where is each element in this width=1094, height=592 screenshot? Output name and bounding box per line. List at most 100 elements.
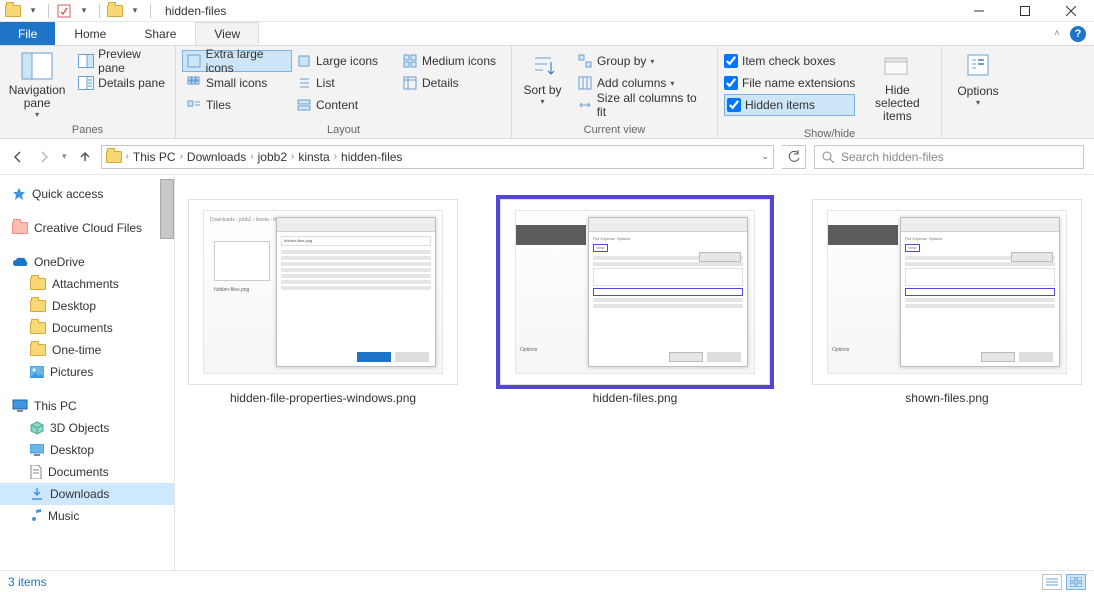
address-history-icon[interactable]: ⌄ (761, 151, 769, 162)
layout-group: Extra large icons Large icons Medium ico… (176, 46, 512, 138)
navigation-pane-button[interactable]: Navigation pane ▾ (6, 50, 68, 119)
back-button[interactable] (10, 149, 26, 165)
sidebar-item-label: Quick access (32, 187, 103, 201)
crumb-this-pc[interactable]: This PC (133, 150, 176, 164)
content-button[interactable]: Content (292, 94, 398, 116)
sidebar-item-label: Documents (48, 465, 109, 479)
scrollbar-thumb[interactable] (160, 179, 174, 239)
sidebar-item-label: Pictures (50, 365, 93, 379)
file-tab[interactable]: File (0, 22, 55, 45)
panes-group: Navigation pane ▾ Preview pane Details p… (0, 46, 176, 138)
item-count: 3 items (8, 575, 47, 589)
details-pane-button[interactable]: Details pane (74, 72, 169, 94)
file-item[interactable]: Downloads › jobb2 › kinsta › hid… hidden… (185, 195, 461, 409)
sidebar-item-music[interactable]: Music (0, 505, 174, 527)
sidebar-item-creative-cloud[interactable]: Creative Cloud Files (0, 217, 174, 239)
chevron-down-icon[interactable]: ▾ (24, 2, 42, 20)
folder-icon (12, 222, 28, 234)
options-group: Options ▾ (942, 46, 1094, 138)
list-label: List (316, 76, 335, 90)
add-columns-label: Add columns (597, 76, 666, 90)
maximize-button[interactable] (1002, 0, 1048, 22)
share-tab[interactable]: Share (125, 22, 195, 45)
forward-button[interactable] (36, 149, 52, 165)
options-button[interactable]: Options ▾ (948, 50, 1008, 107)
sidebar-item-label: Desktop (52, 299, 96, 313)
crumb-jobb2[interactable]: jobb2 (258, 150, 287, 164)
crumb-kinsta[interactable]: kinsta (298, 150, 329, 164)
sidebar-item-documents-2[interactable]: Documents (0, 461, 174, 483)
sidebar-item-one-time[interactable]: One-time (0, 339, 174, 361)
list-button[interactable]: List (292, 72, 398, 94)
sidebar-item-quick-access[interactable]: Quick access (0, 183, 174, 205)
group-by-label: Group by (597, 54, 646, 68)
sidebar-item-3d-objects[interactable]: 3D Objects (0, 417, 174, 439)
sidebar-item-label: Desktop (50, 443, 94, 457)
sidebar-item-this-pc[interactable]: This PC (0, 395, 174, 417)
up-button[interactable] (77, 149, 93, 165)
folder-icon (30, 300, 46, 312)
file-item[interactable]: Options File Explorer Options View (497, 195, 773, 409)
sidebar-item-pictures[interactable]: Pictures (0, 361, 174, 383)
medium-icons-button[interactable]: Medium icons (398, 50, 504, 72)
help-icon[interactable]: ? (1070, 26, 1086, 42)
large-icons-button[interactable]: Large icons (292, 50, 398, 72)
file-grid[interactable]: Downloads › jobb2 › kinsta › hid… hidden… (175, 175, 1094, 572)
file-item[interactable]: Options File Explorer Options View (809, 195, 1085, 409)
size-columns-button[interactable]: Size all columns to fit (573, 94, 711, 116)
view-tab[interactable]: View (195, 22, 259, 45)
recent-locations-button[interactable]: ▾ (62, 151, 67, 162)
folder-icon (30, 344, 46, 356)
refresh-button[interactable] (782, 145, 806, 169)
cube-icon (30, 421, 44, 435)
sidebar-item-desktop-2[interactable]: Desktop (0, 439, 174, 461)
crumb-downloads[interactable]: Downloads (187, 150, 246, 164)
folder-icon (30, 278, 46, 290)
sidebar-item-documents[interactable]: Documents (0, 317, 174, 339)
properties-icon[interactable] (55, 2, 73, 20)
ribbon-tabs: File Home Share View ˄ ? (0, 22, 1094, 46)
pictures-icon (30, 366, 44, 378)
filename-ext-checkbox[interactable]: File name extensions (724, 72, 855, 94)
address-bar: ▾ › This PC› Downloads› jobb2› kinsta› h… (0, 139, 1094, 175)
main-area: Quick access Creative Cloud Files OneDri… (0, 175, 1094, 572)
small-icons-button[interactable]: Small icons (182, 72, 292, 94)
file-name: shown-files.png (905, 391, 988, 405)
close-button[interactable] (1048, 0, 1094, 22)
tiles-button[interactable]: Tiles (182, 94, 292, 116)
hide-selected-button[interactable]: Hide selected items (861, 50, 933, 124)
nav-tree: Quick access Creative Cloud Files OneDri… (0, 175, 175, 572)
details-pane-label: Details pane (98, 76, 165, 90)
hidden-items-checkbox[interactable]: Hidden items (724, 94, 855, 116)
group-by-button[interactable]: Group by ▾ (573, 50, 711, 72)
sidebar-item-label: Downloads (50, 487, 109, 501)
folder-icon (106, 149, 122, 165)
search-input[interactable]: Search hidden-files (814, 145, 1084, 169)
show-hide-group: Item check boxes File name extensions Hi… (718, 46, 942, 138)
sidebar-item-desktop[interactable]: Desktop (0, 295, 174, 317)
chevron-down-icon[interactable]: ▾ (75, 2, 93, 20)
item-checkboxes-label: Item check boxes (742, 54, 835, 68)
small-icons-label: Small icons (206, 76, 267, 90)
sidebar-item-attachments[interactable]: Attachments (0, 273, 174, 295)
sidebar-item-label: Attachments (52, 277, 119, 291)
item-checkboxes-checkbox[interactable]: Item check boxes (724, 50, 855, 72)
crumb-hidden-files[interactable]: hidden-files (341, 150, 402, 164)
sort-by-button[interactable]: Sort by ▾ (518, 50, 567, 106)
collapse-ribbon-icon[interactable]: ˄ (1054, 28, 1060, 39)
home-tab[interactable]: Home (55, 22, 125, 45)
sidebar-item-downloads[interactable]: Downloads (0, 483, 174, 505)
thumbnails-view-toggle[interactable] (1066, 574, 1086, 590)
breadcrumb[interactable]: › This PC› Downloads› jobb2› kinsta› hid… (101, 145, 774, 169)
details-view-button[interactable]: Details (398, 72, 504, 94)
minimize-button[interactable] (956, 0, 1002, 22)
sidebar-item-label: OneDrive (34, 255, 85, 269)
sidebar-item-onedrive[interactable]: OneDrive (0, 251, 174, 273)
extra-large-icons-button[interactable]: Extra large icons (182, 50, 292, 72)
cloud-icon (12, 256, 28, 268)
current-view-group: Sort by ▾ Group by ▾ Add columns ▾ Size … (512, 46, 718, 138)
chevron-down-icon[interactable]: ▾ (126, 2, 144, 20)
details-view-toggle[interactable] (1042, 574, 1062, 590)
preview-pane-button[interactable]: Preview pane (74, 50, 169, 72)
folder-icon (106, 2, 124, 20)
